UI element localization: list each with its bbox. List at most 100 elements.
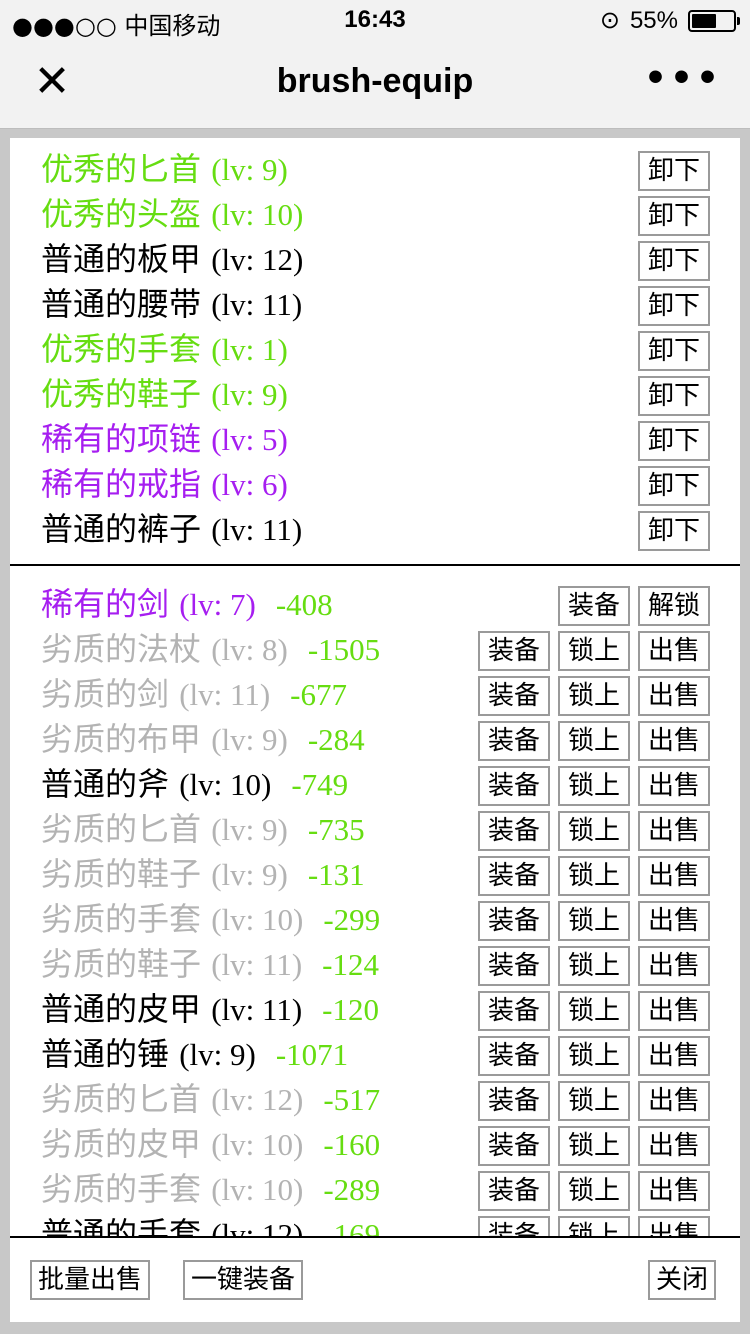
item-name: 普通的锤 (lv: 9) -1071 [41,1032,348,1077]
lock-button[interactable]: 锁上 [558,1036,630,1076]
lock-button[interactable]: 锁上 [558,946,630,986]
equipped-row: 普通的腰带 (lv: 11) 卸下 [10,282,740,327]
item-title: 优秀的手套 [41,330,202,368]
equip-button[interactable]: 装备 [478,811,550,851]
equip-button[interactable]: 装备 [478,1036,550,1076]
equip-button[interactable]: 装备 [478,991,550,1031]
item-name: 稀有的剑 (lv: 7) -408 [41,582,333,627]
lock-button[interactable]: 锁上 [558,901,630,941]
equip-panel: 优秀的匕首 (lv: 9) 卸下 优秀的头盔 (lv: 10) 卸下 普通的板甲 (lv… [10,138,740,1322]
sell-button[interactable]: 出售 [638,1171,710,1211]
equip-button[interactable]: 装备 [478,721,550,761]
unequip-button[interactable]: 卸下 [638,286,710,326]
unequip-button[interactable]: 卸下 [638,466,710,506]
item-name: 普通的斧 (lv: 10) -749 [41,762,348,807]
auto-equip-button[interactable]: 一键装备 [183,1260,304,1300]
equip-button[interactable]: 装备 [478,676,550,716]
unequip-button[interactable]: 卸下 [638,376,710,416]
sell-button[interactable]: 出售 [638,676,710,716]
item-level: (lv: 11) [179,677,271,712]
item-name: 普通的裤子 (lv: 11) [41,507,302,552]
equip-button[interactable]: 装备 [478,631,550,671]
sell-button[interactable]: 出售 [638,946,710,986]
sell-button[interactable]: 出售 [638,721,710,761]
item-name: 劣质的匕首 (lv: 9) -735 [41,807,365,852]
sell-button[interactable]: 出售 [638,811,710,851]
bag-row: 普通的斧 (lv: 10) -749 装备 锁上 出售 [10,762,740,807]
unequip-button[interactable]: 卸下 [638,151,710,191]
unequip-button[interactable]: 卸下 [638,331,710,371]
equip-button[interactable]: 装备 [478,1216,550,1236]
footer-divider [10,1236,740,1238]
equip-button[interactable]: 装备 [478,766,550,806]
sell-button[interactable]: 出售 [638,766,710,806]
unlock-button[interactable]: 解锁 [638,586,710,626]
lock-button[interactable]: 锁上 [558,1081,630,1121]
sell-button[interactable]: 出售 [638,901,710,941]
item-power: -299 [323,902,381,937]
item-title: 劣质的鞋子 [41,945,202,983]
lock-button[interactable]: 锁上 [558,991,630,1031]
unequip-button[interactable]: 卸下 [638,421,710,461]
item-power: -289 [323,1172,381,1207]
lock-button[interactable]: 锁上 [558,811,630,851]
item-level: (lv: 10) [179,767,272,802]
item-title: 劣质的法杖 [41,630,202,668]
item-name: 劣质的法杖 (lv: 8) -1505 [41,627,380,672]
equip-button[interactable]: 装备 [478,1081,550,1121]
item-name: 普通的腰带 (lv: 11) [41,282,302,327]
batch-sell-button[interactable]: 批量出售 [30,1260,151,1300]
equip-button[interactable]: 装备 [478,856,550,896]
close-button[interactable]: 关闭 [648,1260,717,1300]
bag-row: 劣质的鞋子 (lv: 9) -131 装备 锁上 出售 [10,852,740,897]
equip-button[interactable]: 装备 [558,586,630,626]
equip-button[interactable]: 装备 [478,901,550,941]
item-level: (lv: 10) [211,197,304,232]
item-power: -735 [307,812,365,847]
lock-button[interactable]: 锁上 [558,721,630,761]
sell-button[interactable]: 出售 [638,1216,710,1236]
unequip-button[interactable]: 卸下 [638,196,710,236]
page-title: brush-equip [276,62,474,100]
bag-row: 劣质的手套 (lv: 10) -289 装备 锁上 出售 [10,1167,740,1212]
item-name: 普通的板甲 (lv: 12) [41,237,303,282]
lock-button[interactable]: 锁上 [558,1171,630,1211]
item-level: (lv: 12) [211,242,304,277]
equip-button[interactable]: 装备 [478,946,550,986]
item-title: 普通的皮甲 [41,990,202,1028]
sell-button[interactable]: 出售 [638,1081,710,1121]
item-title: 劣质的皮甲 [41,1125,202,1163]
sell-button[interactable]: 出售 [638,856,710,896]
unequip-button[interactable]: 卸下 [638,241,710,281]
lock-button[interactable]: 锁上 [558,856,630,896]
item-power: -1071 [275,1037,349,1072]
lock-button[interactable]: 锁上 [558,766,630,806]
status-bar: ●●●○○ 中国移动 16:43 ⊙ 55% [0,0,750,40]
bag-list[interactable]: 稀有的剑 (lv: 7) -408 装备 解锁 劣质的法杖 (lv: 8) -1505 装备… [10,582,740,1236]
item-name: 劣质的鞋子 (lv: 9) -131 [41,852,365,897]
sell-button[interactable]: 出售 [638,631,710,671]
sell-button[interactable]: 出售 [638,991,710,1031]
lock-button[interactable]: 锁上 [558,676,630,716]
bag-row: 普通的手套 (lv: 12) -169 装备 锁上 出售 [10,1212,740,1236]
item-title: 稀有的剑 [41,585,170,623]
equipped-row: 优秀的鞋子 (lv: 9) 卸下 [10,372,740,417]
item-name: 稀有的戒指 (lv: 6) [41,462,288,507]
item-level: (lv: 9) [179,1037,256,1072]
item-level: (lv: 6) [211,467,288,502]
equip-button[interactable]: 装备 [478,1126,550,1166]
equipped-row: 稀有的戒指 (lv: 6) 卸下 [10,462,740,507]
sell-button[interactable]: 出售 [638,1126,710,1166]
sell-button[interactable]: 出售 [638,1036,710,1076]
item-level: (lv: 10) [211,1127,304,1162]
equip-button[interactable]: 装备 [478,1171,550,1211]
item-level: (lv: 8) [211,632,288,667]
unequip-button[interactable]: 卸下 [638,511,710,551]
lock-button[interactable]: 锁上 [558,631,630,671]
lock-button[interactable]: 锁上 [558,1126,630,1166]
item-power: -284 [307,722,365,757]
more-icon[interactable]: ••• [644,58,722,99]
lock-button[interactable]: 锁上 [558,1216,630,1236]
item-power: -677 [290,677,347,712]
item-title: 普通的斧 [41,765,170,803]
